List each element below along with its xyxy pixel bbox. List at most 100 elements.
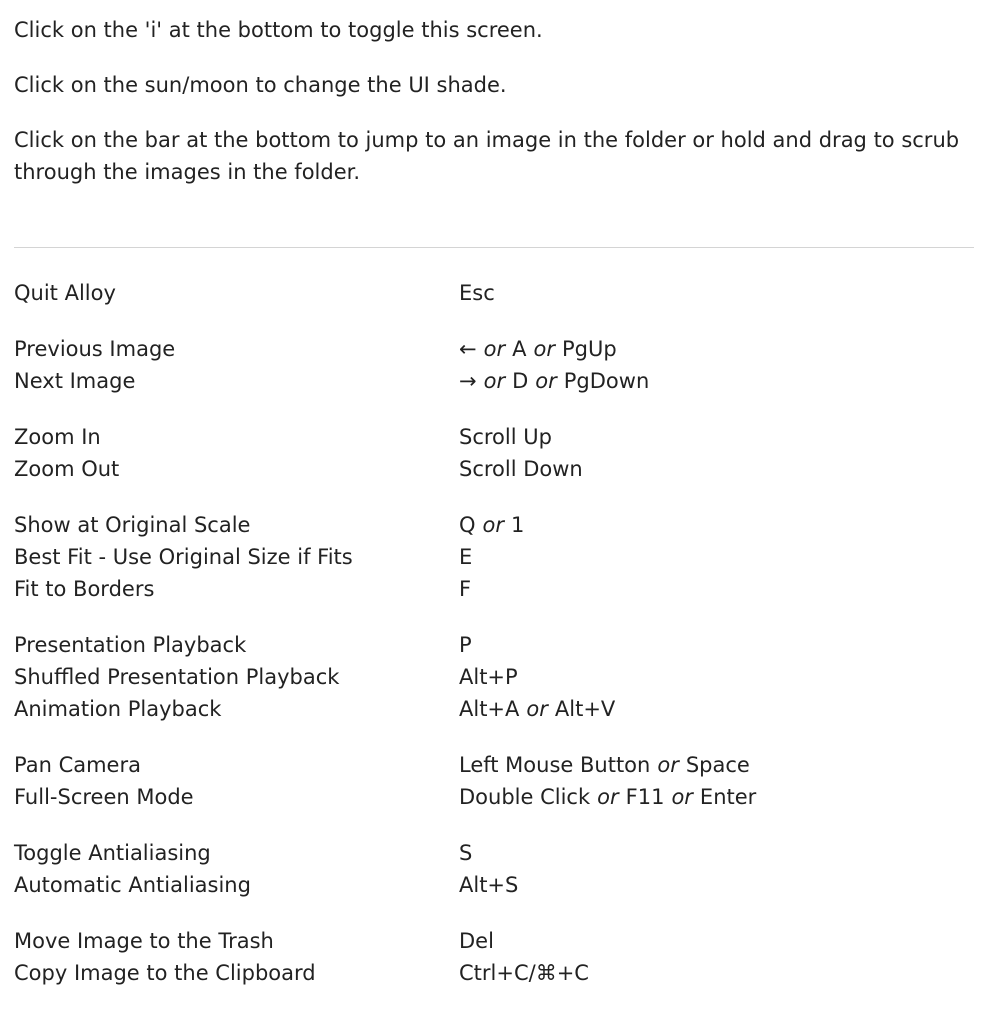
shortcut-key: Double Click xyxy=(459,785,591,809)
or-separator: or xyxy=(597,785,619,809)
intro-toggle-hint: Click on the 'i' at the bottom to toggle… xyxy=(14,18,543,42)
shortcut-action: Copy Image to the Clipboard xyxy=(14,961,316,985)
shortcut-key: F11 xyxy=(625,785,665,809)
shortcut-key: Del xyxy=(459,929,494,953)
shortcut-keys: ← or Aor PgUp xyxy=(459,333,617,365)
shortcut-row: Shuffled Presentation Playback Alt+P xyxy=(14,661,974,693)
intro-scrub-hint: Click on the bar at the bottom to jump t… xyxy=(14,128,960,184)
or-separator: or xyxy=(526,697,548,721)
shortcut-key: S xyxy=(459,841,473,865)
shortcut-group: Previous Image ← or Aor PgUp Next Image → or Dor… xyxy=(14,333,974,397)
shortcut-keys: → or Dor PgDown xyxy=(459,365,649,397)
shortcut-row: Zoom Out Scroll Down xyxy=(14,453,974,485)
shortcut-row: Next Image → or Dor PgDown xyxy=(14,365,974,397)
shortcut-keys: Del xyxy=(459,925,494,957)
shortcut-key: ← xyxy=(459,337,477,361)
shortcut-action: Best Fit - Use Original Size if Fits xyxy=(14,545,353,569)
shortcut-row: Full-Screen Mode Double Click or F11 or Enter xyxy=(14,781,974,813)
shortcut-keys: S xyxy=(459,837,472,869)
shortcut-keys: Scroll Up xyxy=(459,421,552,453)
shortcut-row: Toggle Antialiasing S xyxy=(14,837,974,869)
intro-shade-hint: Click on the sun/moon to change the UI s… xyxy=(14,73,507,97)
shortcut-group: Presentation Playback P Shuffled Presentat… xyxy=(14,629,974,725)
or-separator: or xyxy=(535,369,557,393)
shortcut-row: Best Fit - Use Original Size if Fits E xyxy=(14,541,974,573)
shortcut-keys: F xyxy=(459,573,471,605)
shortcut-action: Full-Screen Mode xyxy=(14,785,194,809)
or-separator: or xyxy=(483,369,506,393)
shortcut-action: Next Image xyxy=(14,369,136,393)
shortcut-key: 1 xyxy=(511,513,525,537)
shortcut-action: Shuffled Presentation Playback xyxy=(14,665,340,689)
or-separator: or xyxy=(671,785,693,809)
shortcut-group: Move Image to the Trash Del Copy Image to … xyxy=(14,925,974,989)
shortcut-keys: Alt+S xyxy=(459,869,518,901)
shortcut-action: Fit to Borders xyxy=(14,577,155,601)
shortcut-key: Scroll Up xyxy=(459,425,552,449)
shortcut-keys: E xyxy=(459,541,472,573)
shortcut-action: Show at Original Scale xyxy=(14,513,251,537)
or-separator: or xyxy=(533,337,555,361)
shortcut-keys: P xyxy=(459,629,472,661)
shortcut-key: Alt+S xyxy=(459,873,519,897)
shortcut-keys: Esc xyxy=(459,277,495,309)
shortcut-keys: Left Mouse Button or Space xyxy=(459,749,750,781)
shortcut-list: Quit Alloy Esc Previous Image ← or Aor PgUp Nex… xyxy=(14,277,974,1013)
shortcut-group: Zoom In Scroll Up Zoom Out Scroll Down xyxy=(14,421,974,485)
shortcut-keys: Alt+A or Alt+V xyxy=(459,693,615,725)
shortcut-action: Automatic Antialiasing xyxy=(14,873,251,897)
shortcut-row: Copy Image to the Clipboard Ctrl+C/⌘+C xyxy=(14,957,974,989)
shortcut-keys: Ctrl+C/⌘+C xyxy=(459,957,589,989)
shortcut-row: Fit to Borders F xyxy=(14,573,974,605)
shortcut-row: Show at Original Scale Qor 1 xyxy=(14,509,974,541)
shortcut-action: Presentation Playback xyxy=(14,633,247,657)
intro-text: Click on the 'i' at the bottom to toggle… xyxy=(14,14,974,188)
shortcut-action: Previous Image xyxy=(14,337,176,361)
shortcut-key: Ctrl+C/⌘+C xyxy=(459,961,589,985)
shortcut-key: A xyxy=(512,337,527,361)
shortcut-group: Show at Original Scale Qor 1 Best Fit - Use… xyxy=(14,509,974,605)
shortcut-group: Pan Camera Left Mouse Button or Space Full-S… xyxy=(14,749,974,813)
shortcut-row: Quit Alloy Esc xyxy=(14,277,974,309)
shortcut-keys: Double Click or F11 or Enter xyxy=(459,781,756,813)
shortcut-key: Alt+A xyxy=(459,697,520,721)
shortcut-action: Quit Alloy xyxy=(14,281,116,305)
shortcut-keys: Alt+P xyxy=(459,661,518,693)
or-separator: or xyxy=(482,513,505,537)
shortcut-key: PgDown xyxy=(563,369,650,393)
shortcut-action: Move Image to the Trash xyxy=(14,929,274,953)
shortcut-row: Pan Camera Left Mouse Button or Space xyxy=(14,749,974,781)
shortcut-group: Toggle Antialiasing S Automatic Antialiasi… xyxy=(14,837,974,901)
shortcut-row: Move Image to the Trash Del xyxy=(14,925,974,957)
shortcut-key: Alt+V xyxy=(554,697,616,721)
shortcut-key: Alt+P xyxy=(459,665,518,689)
shortcut-row: Automatic Antialiasing Alt+S xyxy=(14,869,974,901)
shortcut-key: F xyxy=(459,577,472,601)
divider xyxy=(14,247,974,248)
shortcut-key: Left Mouse Button xyxy=(459,753,651,777)
shortcut-key: → xyxy=(459,369,477,393)
shortcut-key: Q xyxy=(459,513,476,537)
shortcut-row: Zoom In Scroll Up xyxy=(14,421,974,453)
shortcut-row: Presentation Playback P xyxy=(14,629,974,661)
shortcut-row: Animation Playback Alt+A or Alt+V xyxy=(14,693,974,725)
shortcut-action: Zoom Out xyxy=(14,457,120,481)
shortcut-key: E xyxy=(459,545,473,569)
shortcut-action: Pan Camera xyxy=(14,753,141,777)
shortcut-key: Esc xyxy=(459,281,495,305)
shortcut-key: Scroll Down xyxy=(459,457,583,481)
shortcut-action: Zoom In xyxy=(14,425,101,449)
shortcut-group: Quit Alloy Esc xyxy=(14,277,974,309)
help-screen: Click on the 'i' at the bottom to toggle… xyxy=(0,0,988,1024)
shortcut-key: Space xyxy=(685,753,750,777)
shortcut-row: Previous Image ← or Aor PgUp xyxy=(14,333,974,365)
or-separator: or xyxy=(483,337,506,361)
shortcut-keys: Qor 1 xyxy=(459,509,524,541)
shortcut-action: Animation Playback xyxy=(14,697,222,721)
shortcut-keys: Scroll Down xyxy=(459,453,583,485)
shortcut-key: D xyxy=(512,369,529,393)
shortcut-key: PgUp xyxy=(561,337,617,361)
or-separator: or xyxy=(657,753,679,777)
shortcut-key: Enter xyxy=(699,785,757,809)
shortcut-key: P xyxy=(459,633,472,657)
